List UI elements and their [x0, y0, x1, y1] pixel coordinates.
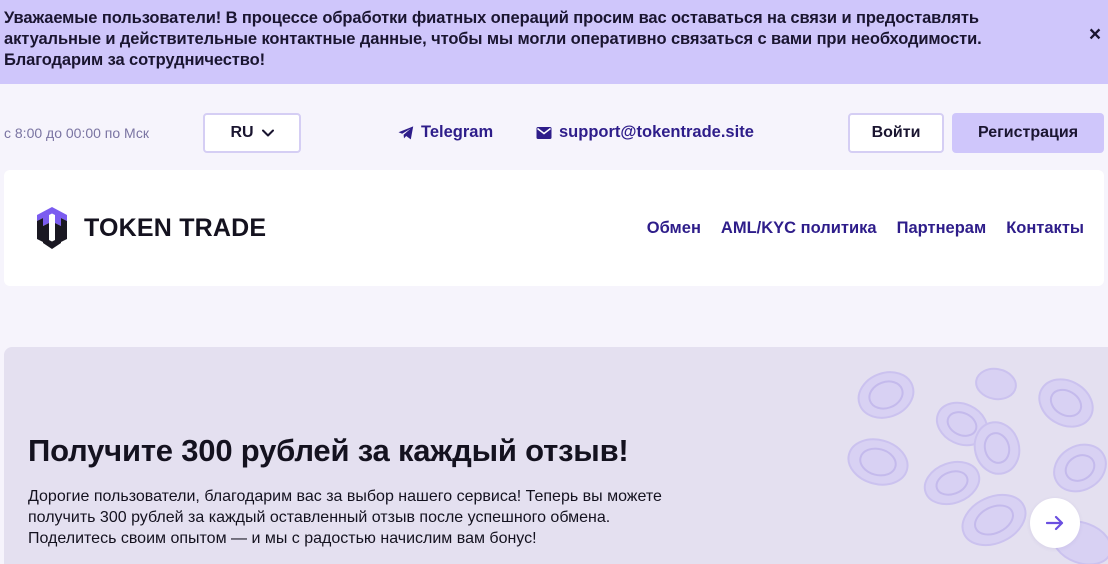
topbar: с 8:00 до 00:00 по Мск RU Telegram suppo…	[0, 84, 1108, 168]
nav-item-contacts[interactable]: Контакты	[1006, 219, 1084, 238]
promo-next-button[interactable]	[1030, 498, 1080, 548]
arrow-right-icon	[1046, 515, 1064, 531]
chevron-down-icon	[261, 129, 274, 137]
notice-banner: Уважаемые пользователи! В процессе обраб…	[0, 0, 1108, 84]
language-label: RU	[230, 124, 254, 141]
nav-item-aml-kyc[interactable]: AML/KYC политика	[721, 219, 877, 238]
promo-banner: Получите 300 рублей за каждый отзыв! Дор…	[4, 347, 1108, 564]
email-label: support@tokentrade.site	[559, 123, 754, 141]
register-button[interactable]: Регистрация	[952, 113, 1104, 153]
login-button[interactable]: Войти	[848, 113, 944, 153]
telegram-label: Telegram	[421, 123, 494, 141]
email-link[interactable]: support@tokentrade.site	[536, 123, 754, 142]
telegram-link[interactable]: Telegram	[398, 123, 493, 142]
logo-text: TOKEN TRADE	[84, 213, 267, 242]
close-icon[interactable]: ×	[1086, 24, 1104, 46]
telegram-icon	[398, 125, 414, 139]
main-header: TOKEN TRADE Обмен AML/KYC политика Партн…	[4, 170, 1104, 286]
notice-text: Уважаемые пользователи! В процессе обраб…	[4, 9, 982, 69]
promo-title: Получите 300 рублей за каждый отзыв!	[28, 433, 629, 468]
promo-text: Дорогие пользователи, благодарим вас за …	[28, 488, 662, 547]
token-trade-logo-icon	[37, 207, 67, 249]
main-nav: Обмен AML/KYC политика Партнерам Контакт…	[647, 219, 1084, 238]
working-hours: с 8:00 до 00:00 по Мск	[4, 125, 149, 141]
logo[interactable]: TOKEN TRADE	[36, 206, 266, 250]
mail-icon	[536, 126, 552, 139]
nav-item-exchange[interactable]: Обмен	[647, 219, 701, 238]
language-select[interactable]: RU	[203, 113, 301, 153]
nav-item-partners[interactable]: Партнерам	[897, 219, 987, 238]
